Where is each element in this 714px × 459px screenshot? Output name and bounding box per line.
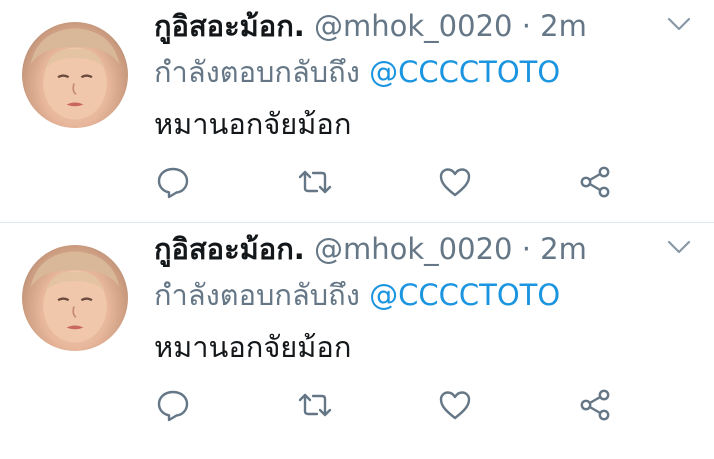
replying-to-line: กำลังตอบกลับถึง @CCCCTOTO: [154, 52, 560, 92]
tweet-text: หมานอกจัยม้อก: [154, 107, 352, 141]
action-bar: [0, 160, 714, 204]
reply-icon[interactable]: [155, 387, 191, 423]
heart-icon[interactable]: [437, 387, 473, 423]
tweet[interactable]: กูอิสอะม้อก. @mhok_0020 · 2m กำลังตอบกลั…: [0, 222, 714, 444]
heart-icon[interactable]: [437, 164, 473, 200]
retweet-icon[interactable]: [297, 387, 333, 423]
tweet[interactable]: กูอิสอะม้อก. @mhok_0020 · 2m กำลังตอบกลั…: [0, 0, 714, 222]
timestamp[interactable]: 2m: [540, 232, 587, 266]
tweet-header: กูอิสอะม้อก. @mhok_0020 · 2m: [154, 229, 587, 269]
replying-prefix: กำลังตอบกลับถึง: [154, 55, 360, 89]
share-icon[interactable]: [577, 164, 613, 200]
action-bar: [0, 383, 714, 427]
tweet-header: กูอิสอะม้อก. @mhok_0020 · 2m: [154, 6, 587, 46]
share-icon[interactable]: [577, 387, 613, 423]
mention-link[interactable]: @CCCCTOTO: [369, 278, 560, 312]
avatar[interactable]: [22, 245, 128, 351]
display-name[interactable]: กูอิสอะม้อก.: [154, 9, 305, 43]
handle[interactable]: @mhok_0020: [314, 9, 512, 43]
retweet-icon[interactable]: [297, 164, 333, 200]
separator: ·: [521, 9, 531, 43]
reply-icon[interactable]: [155, 164, 191, 200]
avatar-photo: [30, 251, 120, 343]
chevron-down-icon[interactable]: [666, 237, 692, 257]
display-name[interactable]: กูอิสอะม้อก.: [154, 232, 305, 266]
avatar[interactable]: [22, 22, 128, 128]
mention-link[interactable]: @CCCCTOTO: [369, 55, 560, 89]
avatar-photo: [30, 28, 120, 120]
handle[interactable]: @mhok_0020: [314, 232, 512, 266]
separator: ·: [521, 232, 531, 266]
tweet-text: หมานอกจัยม้อก: [154, 330, 352, 364]
replying-prefix: กำลังตอบกลับถึง: [154, 278, 360, 312]
timestamp[interactable]: 2m: [540, 9, 587, 43]
replying-to-line: กำลังตอบกลับถึง @CCCCTOTO: [154, 275, 560, 315]
chevron-down-icon[interactable]: [666, 14, 692, 34]
